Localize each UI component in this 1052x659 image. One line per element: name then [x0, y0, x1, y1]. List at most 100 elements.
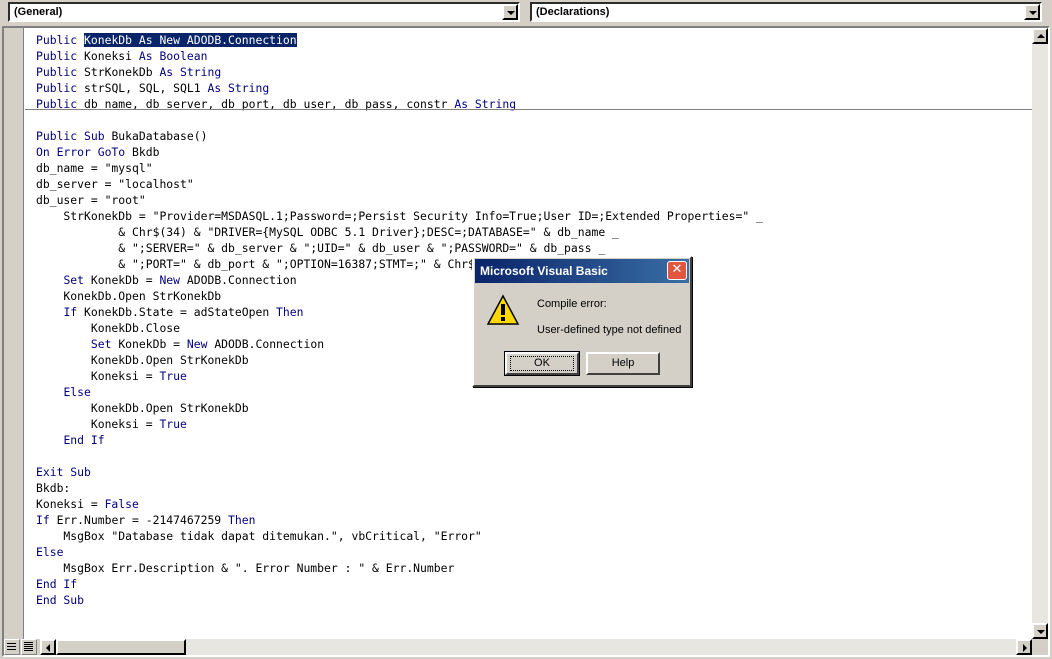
code-keyword: Public — [36, 81, 85, 95]
ok-button[interactable]: OK — [504, 351, 580, 376]
code-line[interactable] — [36, 448, 763, 464]
code-line[interactable]: Koneksi = True — [36, 416, 763, 432]
code-line[interactable]: StrKonekDb = "Provider=MSDASQL.1;Passwor… — [36, 208, 763, 224]
code-token: KonekDb.State = adStateOpen — [84, 305, 277, 319]
full-module-view-icon — [24, 642, 33, 651]
code-line[interactable]: MsgBox Err.Description & ". Error Number… — [36, 560, 763, 576]
code-keyword: True — [159, 417, 187, 431]
scroll-right-button[interactable] — [1016, 639, 1032, 655]
object-combo[interactable]: (General) — [8, 2, 520, 22]
procedure-separator — [25, 109, 1036, 110]
code-line[interactable]: End If — [36, 432, 763, 448]
arrow-up-icon — [1037, 34, 1045, 38]
focus-rectangle — [510, 356, 574, 371]
object-combo-value: (General) — [14, 6, 63, 18]
code-keyword: End If — [36, 577, 78, 591]
code-keyword: Set — [90, 337, 119, 351]
code-line[interactable]: & ";SERVER=" & db_server & ";UID=" & db_… — [36, 240, 763, 256]
code-token: Koneksi — [84, 49, 139, 63]
code-keyword: Exit Sub — [36, 465, 91, 479]
code-keyword: False — [104, 497, 139, 511]
code-token: ADODB.Connection — [214, 337, 325, 351]
code-line[interactable]: KonekDb.Open StrKonekDb — [36, 400, 763, 416]
selected-text: KonekDb As New ADODB.Connection — [84, 33, 297, 47]
code-keyword: Set — [63, 273, 91, 287]
code-keyword: Then — [276, 305, 304, 319]
code-line[interactable]: Public strSQL, SQL, SQL1 As String — [36, 80, 763, 96]
procedure-view-button[interactable] — [4, 639, 20, 655]
code-keyword: As String — [159, 65, 222, 79]
code-token: Koneksi = — [36, 369, 160, 383]
code-line[interactable]: Bkdb: — [36, 480, 763, 496]
dialog-title: Microsoft Visual Basic — [480, 264, 608, 278]
code-token: MsgBox "Database tidak dapat ditemukan."… — [36, 529, 482, 543]
code-line[interactable]: End Sub — [36, 592, 763, 608]
dialog-titlebar[interactable]: Microsoft Visual Basic ✕ — [475, 259, 689, 283]
code-line[interactable]: End If — [36, 576, 763, 592]
code-keyword: Public — [36, 33, 85, 47]
code-keyword: Else — [36, 545, 64, 559]
code-line[interactable]: db_server = "localhost" — [36, 176, 763, 192]
margin-indicator-bar[interactable] — [4, 28, 24, 639]
code-keyword: As Boolean — [138, 49, 208, 63]
code-keyword: Else — [63, 385, 91, 399]
code-keyword: Then — [228, 513, 256, 527]
vertical-scrollbar[interactable] — [1032, 28, 1048, 639]
compile-error-dialog: Microsoft Visual Basic ✕ Compile error: … — [472, 256, 692, 387]
code-line[interactable]: db_name = "mysql" — [36, 160, 763, 176]
horizontal-scrollbar[interactable] — [40, 639, 1032, 655]
code-line[interactable]: If Err.Number = -2147467259 Then — [36, 512, 763, 528]
code-keyword: On Error GoTo — [36, 145, 133, 159]
arrow-right-icon — [1023, 644, 1027, 652]
code-token: Koneksi = — [36, 417, 160, 431]
object-combo-dropdown-button[interactable] — [502, 4, 518, 20]
chevron-down-icon — [507, 11, 515, 15]
error-message-heading: Compile error: — [537, 298, 607, 310]
code-token: StrKonekDb = "Provider=MSDASQL.1;Passwor… — [36, 209, 763, 223]
help-button-label: Help — [611, 357, 635, 369]
code-token: KonekDb = — [118, 337, 187, 351]
help-button[interactable]: Help — [586, 352, 660, 375]
code-keyword: Public — [36, 65, 85, 79]
code-keyword: As String — [207, 81, 270, 95]
code-keyword: If — [36, 513, 57, 527]
full-module-view-button[interactable] — [21, 639, 37, 655]
code-line[interactable]: & Chr$(34) & "DRIVER={MySQL ODBC 5.1 Dri… — [36, 224, 763, 240]
code-token: & Chr$(34) & "DRIVER={MySQL ODBC 5.1 Dri… — [36, 225, 619, 239]
code-token: Koneksi = — [36, 497, 105, 511]
procedure-combo[interactable]: (Declarations) — [530, 2, 1042, 22]
code-token: Bkdb — [132, 145, 160, 159]
code-token: Bkdb: — [36, 481, 71, 495]
code-keyword: Public Sub — [36, 129, 112, 143]
scroll-left-button[interactable] — [40, 639, 56, 655]
code-line[interactable]: Public Koneksi As Boolean — [36, 48, 763, 64]
code-line[interactable]: db_user = "root" — [36, 192, 763, 208]
warning-icon — [486, 294, 520, 325]
code-line[interactable]: Koneksi = False — [36, 496, 763, 512]
close-icon: ✕ — [671, 262, 683, 277]
code-token: KonekDb.Open StrKonekDb — [36, 289, 222, 303]
code-keyword: New — [159, 273, 187, 287]
procedure-combo-dropdown-button[interactable] — [1024, 4, 1040, 20]
code-keyword: True — [159, 369, 187, 383]
code-token: KonekDb.Open StrKonekDb — [36, 401, 249, 415]
code-line[interactable]: On Error GoTo Bkdb — [36, 144, 763, 160]
code-line[interactable]: MsgBox "Database tidak dapat ditemukan."… — [36, 528, 763, 544]
code-line[interactable]: Else — [36, 544, 763, 560]
code-token: db_user = "root" — [36, 193, 146, 207]
chevron-down-icon — [1029, 11, 1037, 15]
code-line[interactable] — [36, 112, 763, 128]
code-token: StrKonekDb — [84, 65, 160, 79]
scroll-down-button[interactable] — [1032, 623, 1048, 639]
procedure-view-icon — [7, 643, 16, 650]
code-line[interactable]: Exit Sub — [36, 464, 763, 480]
code-line[interactable]: Public Sub BukaDatabase() — [36, 128, 763, 144]
horizontal-scroll-thumb[interactable] — [56, 639, 186, 655]
close-button[interactable]: ✕ — [667, 261, 687, 280]
code-line[interactable]: Public KonekDb As New ADODB.Connection — [36, 32, 763, 48]
code-line[interactable]: Public StrKonekDb As String — [36, 64, 763, 80]
code-token: strSQL, SQL, SQL1 — [84, 81, 208, 95]
scroll-up-button[interactable] — [1032, 28, 1048, 44]
code-token: ADODB.Connection — [186, 273, 297, 287]
